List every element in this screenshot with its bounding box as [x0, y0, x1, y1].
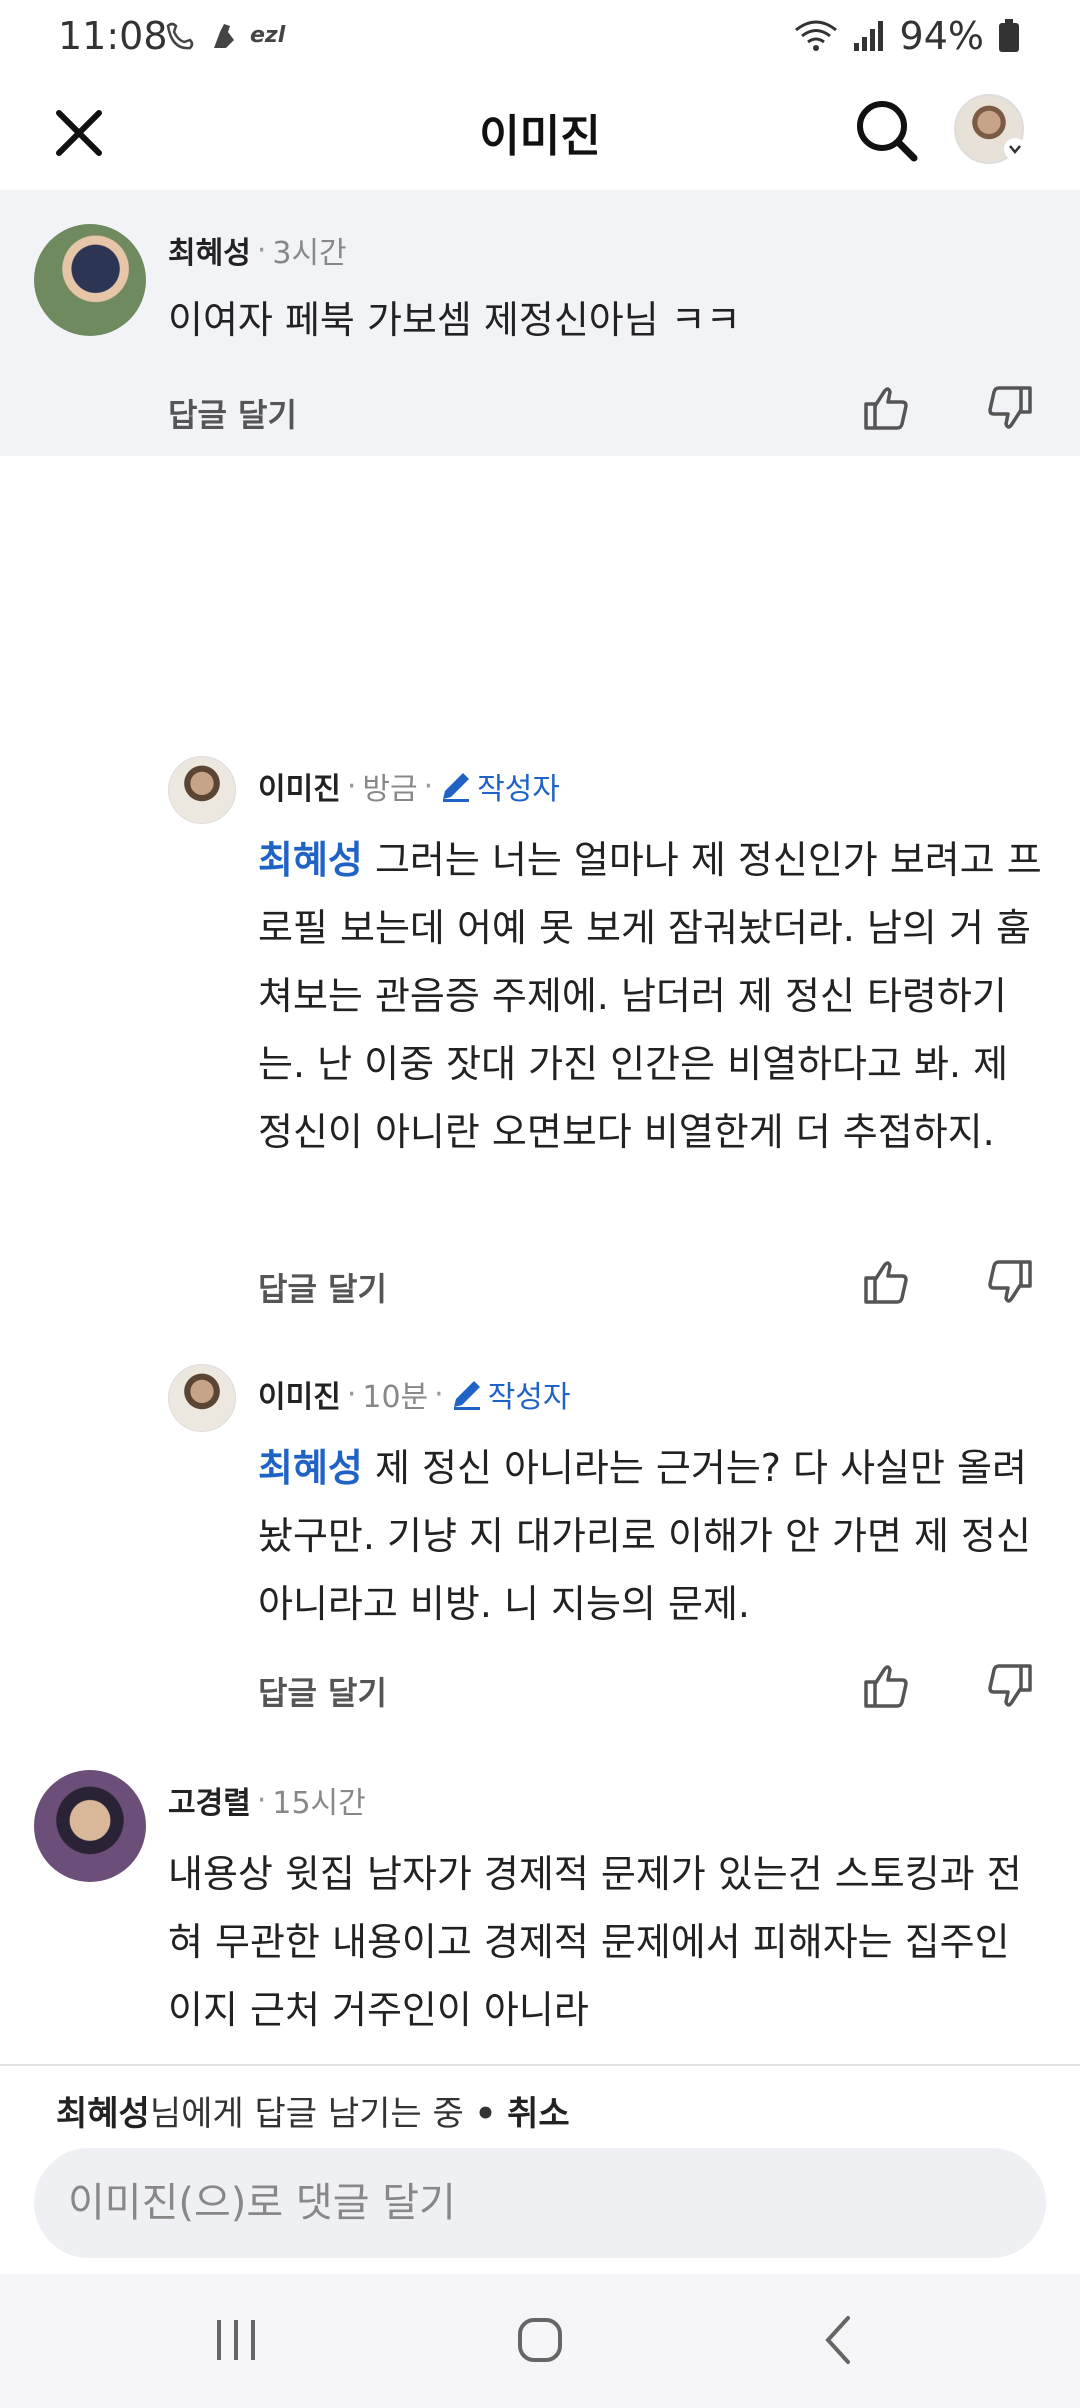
avatar[interactable] [34, 224, 146, 336]
comment-text: 최혜성 제 정신 아니라는 근거는? 다 사실만 올려놨구만. 기냥 지 대가리… [258, 1446, 1031, 1626]
thumbs-down-icon [988, 1260, 1032, 1303]
battery-percent: 94% [899, 14, 984, 58]
comment-text: 이여자 페북 가보셈 제정신아님 ㅋㅋ [168, 298, 741, 342]
system-nav-bar [0, 2274, 1080, 2408]
back-button[interactable] [800, 2310, 880, 2370]
comment-author[interactable]: 이미진 [258, 1372, 341, 1416]
comment-meta: 이미진 · 방금 · 작성자 [258, 764, 560, 808]
author-tag: 작성자 [439, 764, 560, 808]
who-icon [166, 22, 194, 50]
author-tag: 작성자 [450, 1372, 571, 1416]
comment-time: 10분 [362, 1380, 429, 1415]
reply-button[interactable]: 답글 달기 [168, 390, 297, 436]
recent-apps-button[interactable] [196, 2310, 276, 2370]
reply-notice: 최혜성님에게 답글 남기는 중 • 취소 [56, 2094, 570, 2134]
battery-icon [999, 19, 1019, 52]
search-icon [857, 101, 918, 162]
status-right: 94% [794, 14, 1020, 58]
comment-meta: 고경렬 · 15시간 [168, 1778, 366, 1822]
dislike-button[interactable] [984, 382, 1036, 434]
reply-button[interactable]: 답글 달기 [258, 1264, 387, 1310]
comment-time: 15시간 [272, 1786, 366, 1821]
search-button[interactable] [852, 96, 922, 166]
comment-input[interactable] [34, 2148, 1046, 2258]
dog-icon [214, 24, 234, 48]
pencil-icon [453, 1381, 480, 1410]
comment-meta: 이미진 · 10분 · 작성자 [258, 1372, 571, 1416]
comment-author[interactable]: 이미진 [258, 764, 341, 808]
home-button[interactable] [500, 2310, 580, 2370]
avatar[interactable] [168, 756, 236, 824]
comment-meta: 최혜성 · 3시간 [168, 228, 347, 272]
dislike-button[interactable] [984, 1256, 1036, 1308]
signal-icon [853, 21, 883, 51]
avatar[interactable] [168, 1364, 236, 1432]
recent-apps-icon [217, 2320, 255, 2360]
thumbs-up-icon [864, 387, 908, 430]
status-bar: 11:08 ezl 94% [0, 0, 1080, 76]
comment-text: 최혜성 그러는 너는 얼마나 제 정신인가 보려고 프로필 보는데 어예 못 보… [258, 838, 1042, 1154]
mention-link[interactable]: 최혜성 [258, 1446, 363, 1490]
avatar[interactable] [34, 1770, 146, 1882]
dislike-button[interactable] [984, 1660, 1036, 1712]
thumbs-down-icon [988, 1664, 1032, 1707]
status-time: 11:08 [58, 14, 168, 58]
comment-author[interactable]: 최혜성 [168, 228, 251, 272]
pencil-icon [443, 773, 470, 802]
comment-text: 내용상 윗집 남자가 경제적 문제가 있는건 스토킹과 전혀 무관한 내용이고 … [168, 1852, 1022, 2032]
thumbs-up-icon [864, 1261, 908, 1304]
reply-composer: 최혜성님에게 답글 남기는 중 • 취소 [0, 2064, 1080, 2274]
like-button[interactable] [860, 1660, 912, 1712]
profile-avatar-button[interactable] [954, 94, 1026, 164]
like-button[interactable] [860, 382, 912, 434]
reply-target: 최혜성 [56, 2094, 150, 2134]
reply-button[interactable]: 답글 달기 [258, 1668, 387, 1714]
thumbs-up-icon [864, 1665, 908, 1708]
cancel-reply-button[interactable]: 취소 [507, 2094, 570, 2134]
like-button[interactable] [860, 1256, 912, 1308]
thumbs-down-icon [988, 386, 1032, 429]
header: 이미진 [0, 76, 1080, 190]
home-icon [518, 2318, 562, 2362]
ezl-icon: ezl [250, 22, 286, 48]
comment-author[interactable]: 고경렬 [168, 1778, 251, 1822]
back-icon [825, 2316, 850, 2364]
status-app-icons: ezl [162, 18, 285, 52]
comment-time: 방금 [362, 772, 418, 807]
comment-time: 3시간 [272, 236, 347, 271]
chevron-down-icon [1004, 138, 1026, 160]
comment-text-clip: 내용상 윗집 남자가 경제적 문제가 있는건 스토킹과 전혀 무관한 내용이고 … [168, 1840, 1048, 2064]
mention-link[interactable]: 최혜성 [258, 838, 363, 882]
wifi-icon [794, 20, 837, 51]
